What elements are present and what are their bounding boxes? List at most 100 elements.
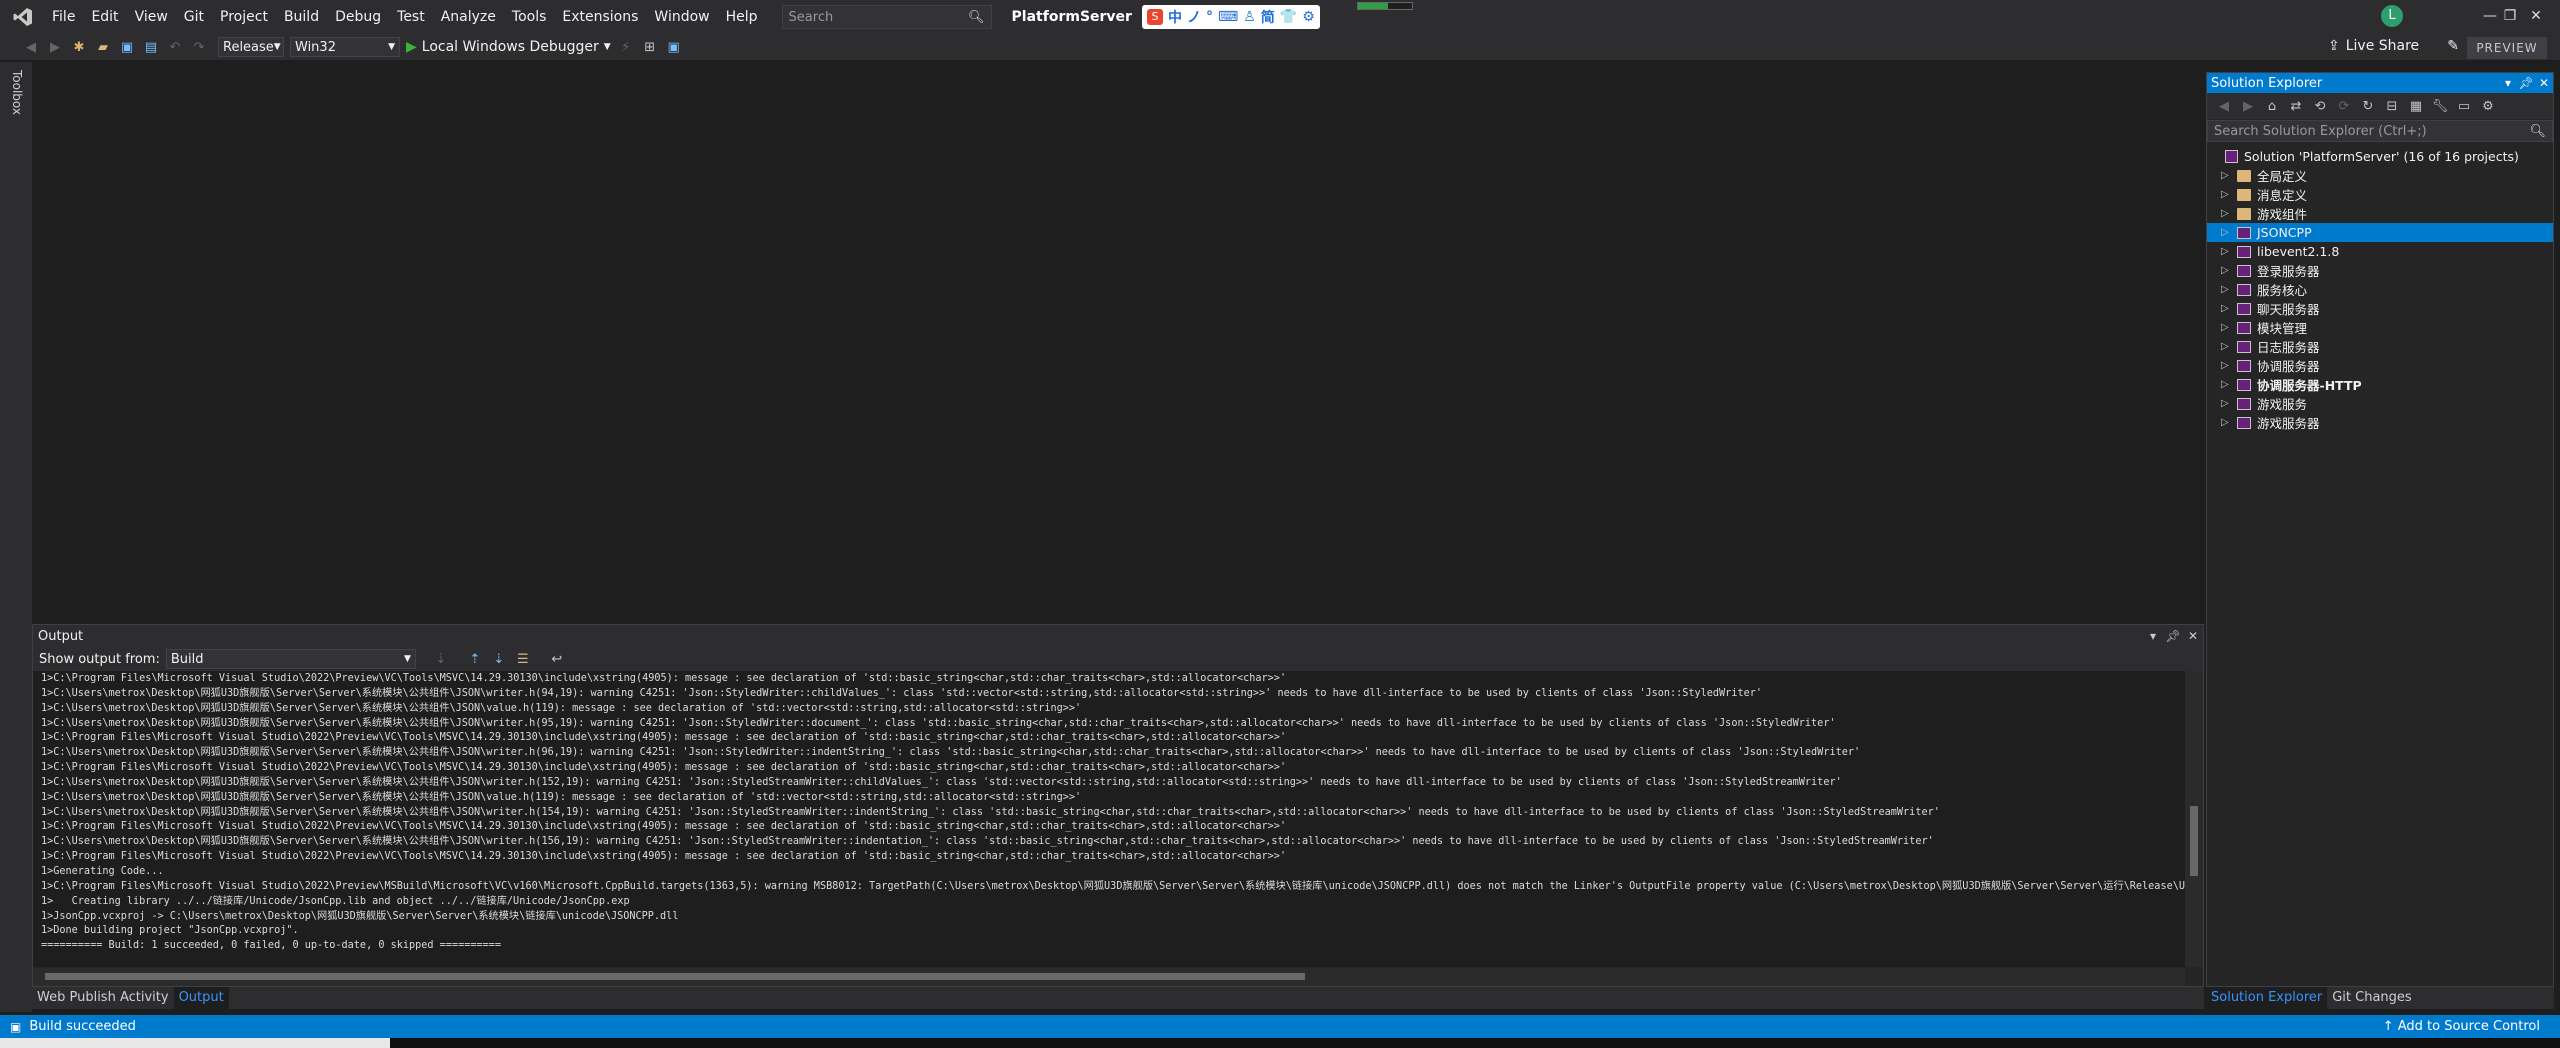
search-box[interactable]: Search 🔍︎ [781, 5, 992, 29]
back-icon[interactable]: ◀ [2215, 97, 2233, 115]
menu-item-git[interactable]: Git [176, 4, 212, 30]
live-share-button[interactable]: ⇪ Live Share ✎ [2328, 38, 2459, 54]
back-icon[interactable]: ◀ [22, 38, 40, 56]
menu-item-view[interactable]: View [127, 4, 176, 30]
tree-item[interactable]: ▷ 游戏组件 [2207, 204, 2553, 223]
menu-item-test[interactable]: Test [389, 4, 433, 30]
close-icon[interactable]: ✕ [2535, 76, 2553, 90]
close-icon[interactable]: ✕ [2183, 629, 2203, 643]
expand-arrow-icon[interactable]: ▷ [2221, 227, 2237, 238]
pin-icon[interactable]: 📌︎ [2163, 629, 2183, 643]
platform-dropdown[interactable]: Win32 ▼ [290, 37, 400, 57]
expand-arrow-icon[interactable]: ▷ [2221, 379, 2237, 390]
tree-item[interactable]: ▷ 消息定义 [2207, 185, 2553, 204]
window-position-icon[interactable]: ▾ [2143, 629, 2163, 643]
toolbox-tab[interactable]: Toolbox [10, 70, 24, 115]
new-project-icon[interactable]: ✱ [70, 38, 88, 56]
visual-studio-logo-icon[interactable] [10, 6, 36, 28]
pin-icon[interactable]: 📌︎ [2517, 76, 2535, 90]
tree-item[interactable]: ▷ 聊天服务器 [2207, 299, 2553, 318]
output-vertical-scrollbar[interactable] [2185, 671, 2203, 967]
menu-item-tools[interactable]: Tools [504, 4, 555, 30]
solution-explorer-search[interactable]: Search Solution Explorer (Ctrl+;) 🔍︎ [2207, 120, 2553, 142]
configuration-dropdown[interactable]: Release ▼ [218, 37, 284, 57]
class-view-icon[interactable]: ⚙ [2479, 97, 2497, 115]
forward-icon[interactable]: ▶ [2239, 97, 2257, 115]
word-wrap-icon[interactable]: ↩ [548, 650, 566, 668]
ime-item-simplified[interactable]: 简 [1261, 7, 1275, 27]
tree-item[interactable]: ▷ 日志服务器 [2207, 337, 2553, 356]
tree-item[interactable]: ▷ 协调服务器-HTTP [2207, 375, 2553, 394]
tree-item[interactable]: ▷ 服务核心 [2207, 280, 2553, 299]
ime-item-settings[interactable]: ⚙ [1302, 9, 1315, 25]
menu-item-file[interactable]: File [44, 4, 83, 30]
tab-web-publish-activity[interactable]: Web Publish Activity [32, 987, 174, 1009]
collapse-all-icon[interactable]: ⊟ [2383, 97, 2401, 115]
window-position-icon[interactable]: ▾ [2499, 76, 2517, 90]
menu-item-project[interactable]: Project [212, 4, 276, 30]
expand-arrow-icon[interactable]: ▷ [2221, 265, 2237, 276]
refresh-icon[interactable]: ↻ [2359, 97, 2377, 115]
expand-arrow-icon[interactable]: ▷ [2221, 303, 2237, 314]
menu-item-analyze[interactable]: Analyze [433, 4, 504, 30]
home-icon[interactable]: ⌂ [2263, 97, 2281, 115]
undo-icon[interactable]: ↶ [166, 38, 184, 56]
ime-logo-icon[interactable]: S [1146, 9, 1163, 25]
tab-git-changes[interactable]: Git Changes [2327, 987, 2416, 1009]
switch-views-icon[interactable]: ⇄ [2287, 97, 2305, 115]
expand-arrow-icon[interactable]: ▷ [2221, 189, 2237, 200]
expand-arrow-icon[interactable]: ▷ [2221, 341, 2237, 352]
ime-item-punct[interactable]: ノ [1187, 7, 1201, 27]
pending-changes-icon[interactable]: ⟲ [2311, 97, 2329, 115]
sync-icon[interactable]: ⟳ [2335, 97, 2353, 115]
tree-item[interactable]: ▷ 游戏服务 [2207, 394, 2553, 413]
save-all-icon[interactable]: ▤ [142, 38, 160, 56]
menu-item-debug[interactable]: Debug [327, 4, 389, 30]
ime-item-user[interactable]: ♙ [1243, 9, 1256, 25]
output-source-dropdown[interactable]: Build ▼ [165, 649, 416, 669]
start-debugging-button[interactable]: ▶ Local Windows Debugger ▼ [406, 39, 611, 55]
open-folder-icon[interactable]: ▰ [94, 38, 112, 56]
save-icon[interactable]: ▣ [118, 38, 136, 56]
expand-arrow-icon[interactable]: ▷ [2221, 170, 2237, 181]
menu-item-window[interactable]: Window [646, 4, 717, 30]
tree-item[interactable]: ▷ libevent2.1.8 [2207, 242, 2553, 261]
expand-arrow-icon[interactable]: ▷ [2221, 322, 2237, 333]
account-avatar[interactable]: L [2381, 5, 2403, 27]
tree-item[interactable]: ▷ 游戏服务器 [2207, 413, 2553, 432]
screenshot-icon[interactable]: ▣ [665, 38, 683, 56]
tab-output[interactable]: Output [173, 987, 229, 1009]
tree-item[interactable]: ▷ 模块管理 [2207, 318, 2553, 337]
menu-item-extensions[interactable]: Extensions [554, 4, 646, 30]
show-all-files-icon[interactable]: ▦ [2407, 97, 2425, 115]
expand-arrow-icon[interactable]: ▷ [2221, 246, 2237, 257]
tree-item[interactable]: ▷ JSONCPP [2207, 223, 2553, 242]
feedback-icon[interactable]: ✎ [2447, 38, 2459, 54]
tab-solution-explorer[interactable]: Solution Explorer [2206, 987, 2328, 1009]
redo-icon[interactable]: ↷ [190, 38, 208, 56]
expand-arrow-icon[interactable]: ▷ [2221, 398, 2237, 409]
preview-selected-icon[interactable]: ▭ [2455, 97, 2473, 115]
forward-icon[interactable]: ▶ [46, 38, 64, 56]
expand-arrow-icon[interactable]: ▷ [2221, 284, 2237, 295]
properties-icon[interactable]: 🔧︎ [2431, 97, 2449, 115]
close-button[interactable]: ✕ [2516, 4, 2556, 28]
menu-item-edit[interactable]: Edit [83, 4, 126, 30]
browse-icon[interactable]: ⊞ [641, 38, 659, 56]
expand-arrow-icon[interactable]: ▷ [2221, 208, 2237, 219]
ime-item-keyboard[interactable]: ⌨ [1218, 9, 1238, 25]
attach-icon[interactable]: ⚡ [617, 38, 635, 56]
add-to-source-control-button[interactable]: ↑ Add to Source Control [2383, 1015, 2540, 1038]
tree-item[interactable]: ▷ 全局定义 [2207, 166, 2553, 185]
menu-item-help[interactable]: Help [718, 4, 766, 30]
expand-arrow-icon[interactable]: ▷ [2221, 360, 2237, 371]
tree-solution-root[interactable]: Solution 'PlatformServer' (16 of 16 proj… [2207, 147, 2553, 166]
output-text[interactable]: 1>C:\Program Files\Microsoft Visual Stud… [33, 671, 2185, 967]
tree-item[interactable]: ▷ 协调服务器 [2207, 356, 2553, 375]
ime-toolbar[interactable]: S 中 ノ ° ⌨ ♙ 简 👕 ⚙ [1141, 5, 1320, 29]
ime-item-degree[interactable]: ° [1206, 9, 1213, 25]
ime-item-chinese[interactable]: 中 [1168, 7, 1182, 27]
ime-item-skin[interactable]: 👕 [1280, 9, 1297, 25]
menu-item-build[interactable]: Build [276, 4, 327, 30]
clear-all-icon[interactable]: ☰ [514, 650, 532, 668]
